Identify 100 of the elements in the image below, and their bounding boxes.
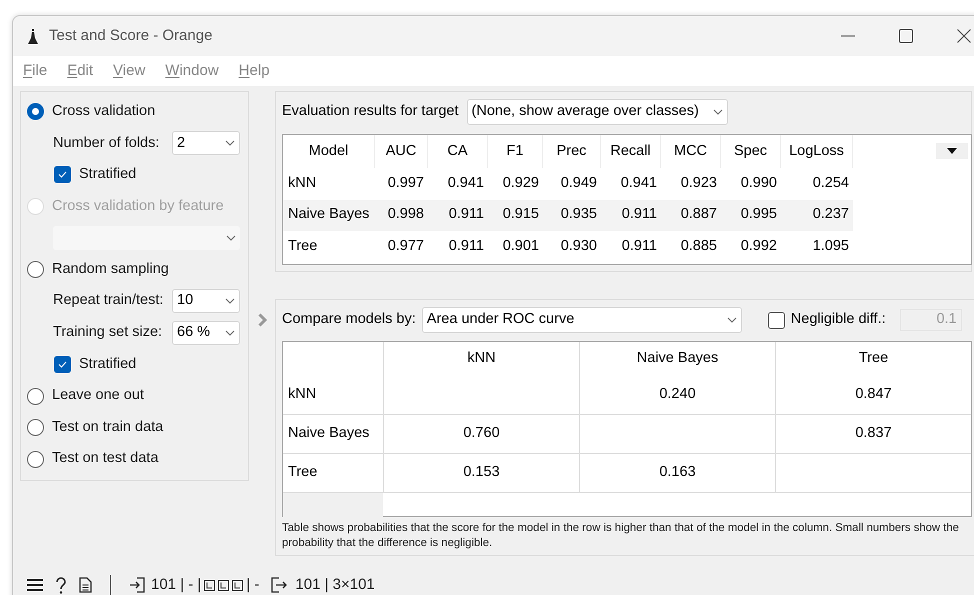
- table-cell: 0.837: [775, 415, 971, 453]
- radio-label: Leave one out: [52, 386, 144, 406]
- dropdown[interactable]: 2: [172, 131, 240, 156]
- table-icon: [204, 580, 216, 590]
- checkmark-icon: [58, 171, 67, 178]
- table-cell-text: 0.911: [620, 205, 658, 224]
- column-header[interactable]: Recall: [601, 135, 661, 168]
- table-cell-text: 1.095: [812, 236, 850, 256]
- input-summary: 101 | - |: [151, 574, 202, 595]
- menu-item[interactable]: File: [23, 60, 48, 82]
- column-header[interactable]: MCC: [661, 135, 721, 168]
- table-cell-text: 0.929: [502, 174, 540, 193]
- menu-icon[interactable]: [27, 579, 43, 591]
- column-header: Tree: [775, 342, 971, 376]
- column-header[interactable]: CA: [428, 135, 488, 168]
- checkmark-icon: [58, 361, 67, 368]
- column-header: kNN: [383, 342, 579, 376]
- menu-item[interactable]: Window: [165, 60, 219, 82]
- checkbox-label: Negligible diff.:: [790, 310, 886, 330]
- output-summary: 101 | 3×101: [295, 574, 375, 595]
- radio-button[interactable]: [27, 419, 44, 436]
- table-cell-text: 0.995: [740, 205, 778, 224]
- checkbox-label: Stratified: [79, 165, 136, 184]
- menu-item[interactable]: Edit: [67, 60, 94, 82]
- table-cell: 0.163: [579, 454, 775, 492]
- column-header[interactable]: AUC: [375, 135, 428, 168]
- help-icon[interactable]: [55, 576, 67, 594]
- table-cell: 0.760: [383, 415, 579, 453]
- chevron-down-icon: [226, 235, 236, 242]
- column-header[interactable]: Spec: [721, 135, 781, 168]
- table-cell-text: 0.885: [680, 236, 718, 256]
- radio-label: Test on test data: [52, 449, 158, 468]
- table-cell-text: 0.254: [812, 174, 850, 193]
- table-icon: [232, 580, 244, 590]
- radio-label: Cross validation: [52, 102, 156, 121]
- table-cell-text: 0.997: [386, 174, 425, 193]
- table-cell-text: 0.949: [560, 174, 598, 193]
- row-header: Naive Bayes: [287, 424, 370, 444]
- dropdown[interactable]: 10: [172, 289, 240, 314]
- column-menu-button[interactable]: [936, 143, 968, 159]
- table-cell: 0.153: [383, 454, 579, 492]
- chevron-down-icon: [225, 330, 235, 336]
- maximize-icon[interactable]: [899, 29, 913, 43]
- checkbox[interactable]: [768, 312, 785, 328]
- table-cell-text: 0.941: [446, 174, 485, 193]
- table-cell-text: 0.923: [680, 174, 718, 193]
- row-header: Tree: [287, 463, 318, 482]
- table-cell-text: 0.915: [502, 205, 540, 224]
- document-icon[interactable]: [79, 577, 92, 593]
- close-icon[interactable]: [957, 29, 971, 43]
- table-cell: 0.240: [579, 376, 775, 414]
- compare-label: Compare models by:: [282, 310, 416, 330]
- checkbox-label: Stratified: [79, 354, 136, 374]
- triangle-down-icon: [947, 148, 957, 154]
- input-icon: [129, 577, 145, 593]
- radio-label: Cross validation by feature: [52, 196, 224, 216]
- target-dropdown[interactable]: (None, show average over classes): [466, 99, 728, 125]
- table-cell-text: 0.911: [448, 236, 485, 256]
- radio-button[interactable]: [27, 450, 44, 468]
- table-cell-text: kNN: [287, 174, 318, 193]
- table-cell-text: 0.930: [560, 236, 598, 256]
- table-note: Table shows probabilities that the score for the model in the row is higher than that of the model in the column. Small numbers show the probability that the difference is negligible.: [282, 521, 960, 551]
- table-cell-text: 0.901: [502, 236, 540, 256]
- radio-label: Random sampling: [52, 260, 169, 279]
- column-header[interactable]: LogLoss: [781, 135, 853, 168]
- dropdown[interactable]: 66 %: [172, 320, 240, 345]
- column-header[interactable]: Model: [283, 135, 375, 168]
- table-cell-text: 0.887: [680, 205, 718, 224]
- window-title: Test and Score - Orange: [49, 26, 212, 46]
- flask-icon: [27, 28, 39, 44]
- table-cell-text: 0.990: [740, 174, 778, 193]
- field-label: Repeat train/test:: [53, 291, 164, 310]
- column-header[interactable]: Prec: [543, 135, 601, 168]
- table-cell-text: 0.935: [560, 205, 598, 224]
- chevron-down-icon: [726, 317, 737, 323]
- table-cell-text: 0.992: [740, 236, 778, 256]
- checkbox[interactable]: [54, 166, 71, 184]
- table-cell: 0.847: [775, 376, 971, 414]
- target-label: Evaluation results for target: [282, 102, 459, 122]
- compare-dropdown[interactable]: Area under ROC curve: [422, 307, 742, 333]
- table-cell-text: 0.998: [386, 205, 425, 224]
- radio-button[interactable]: [27, 261, 44, 278]
- chevron-down-icon: [712, 109, 723, 115]
- minimize-icon[interactable]: [841, 35, 855, 37]
- table-cell-text: 0.911: [448, 205, 485, 224]
- table-cell-text: 0.941: [620, 174, 658, 193]
- radio-label: Test on train data: [52, 418, 164, 437]
- field-label: Number of folds:: [53, 134, 160, 153]
- table-icon: [218, 580, 230, 590]
- column-header[interactable]: F1: [488, 135, 543, 168]
- radio-button[interactable]: [27, 388, 44, 405]
- menu-item[interactable]: View: [113, 60, 146, 82]
- checkbox[interactable]: [54, 356, 71, 374]
- menu-item[interactable]: Help: [238, 60, 270, 82]
- status-separator: | -: [246, 574, 260, 595]
- column-header: Naive Bayes: [579, 342, 775, 376]
- radio-button[interactable]: [27, 103, 44, 120]
- field-label: Training set size:: [53, 323, 162, 342]
- chevron-down-icon: [225, 140, 235, 146]
- chevron-down-icon: [225, 298, 235, 304]
